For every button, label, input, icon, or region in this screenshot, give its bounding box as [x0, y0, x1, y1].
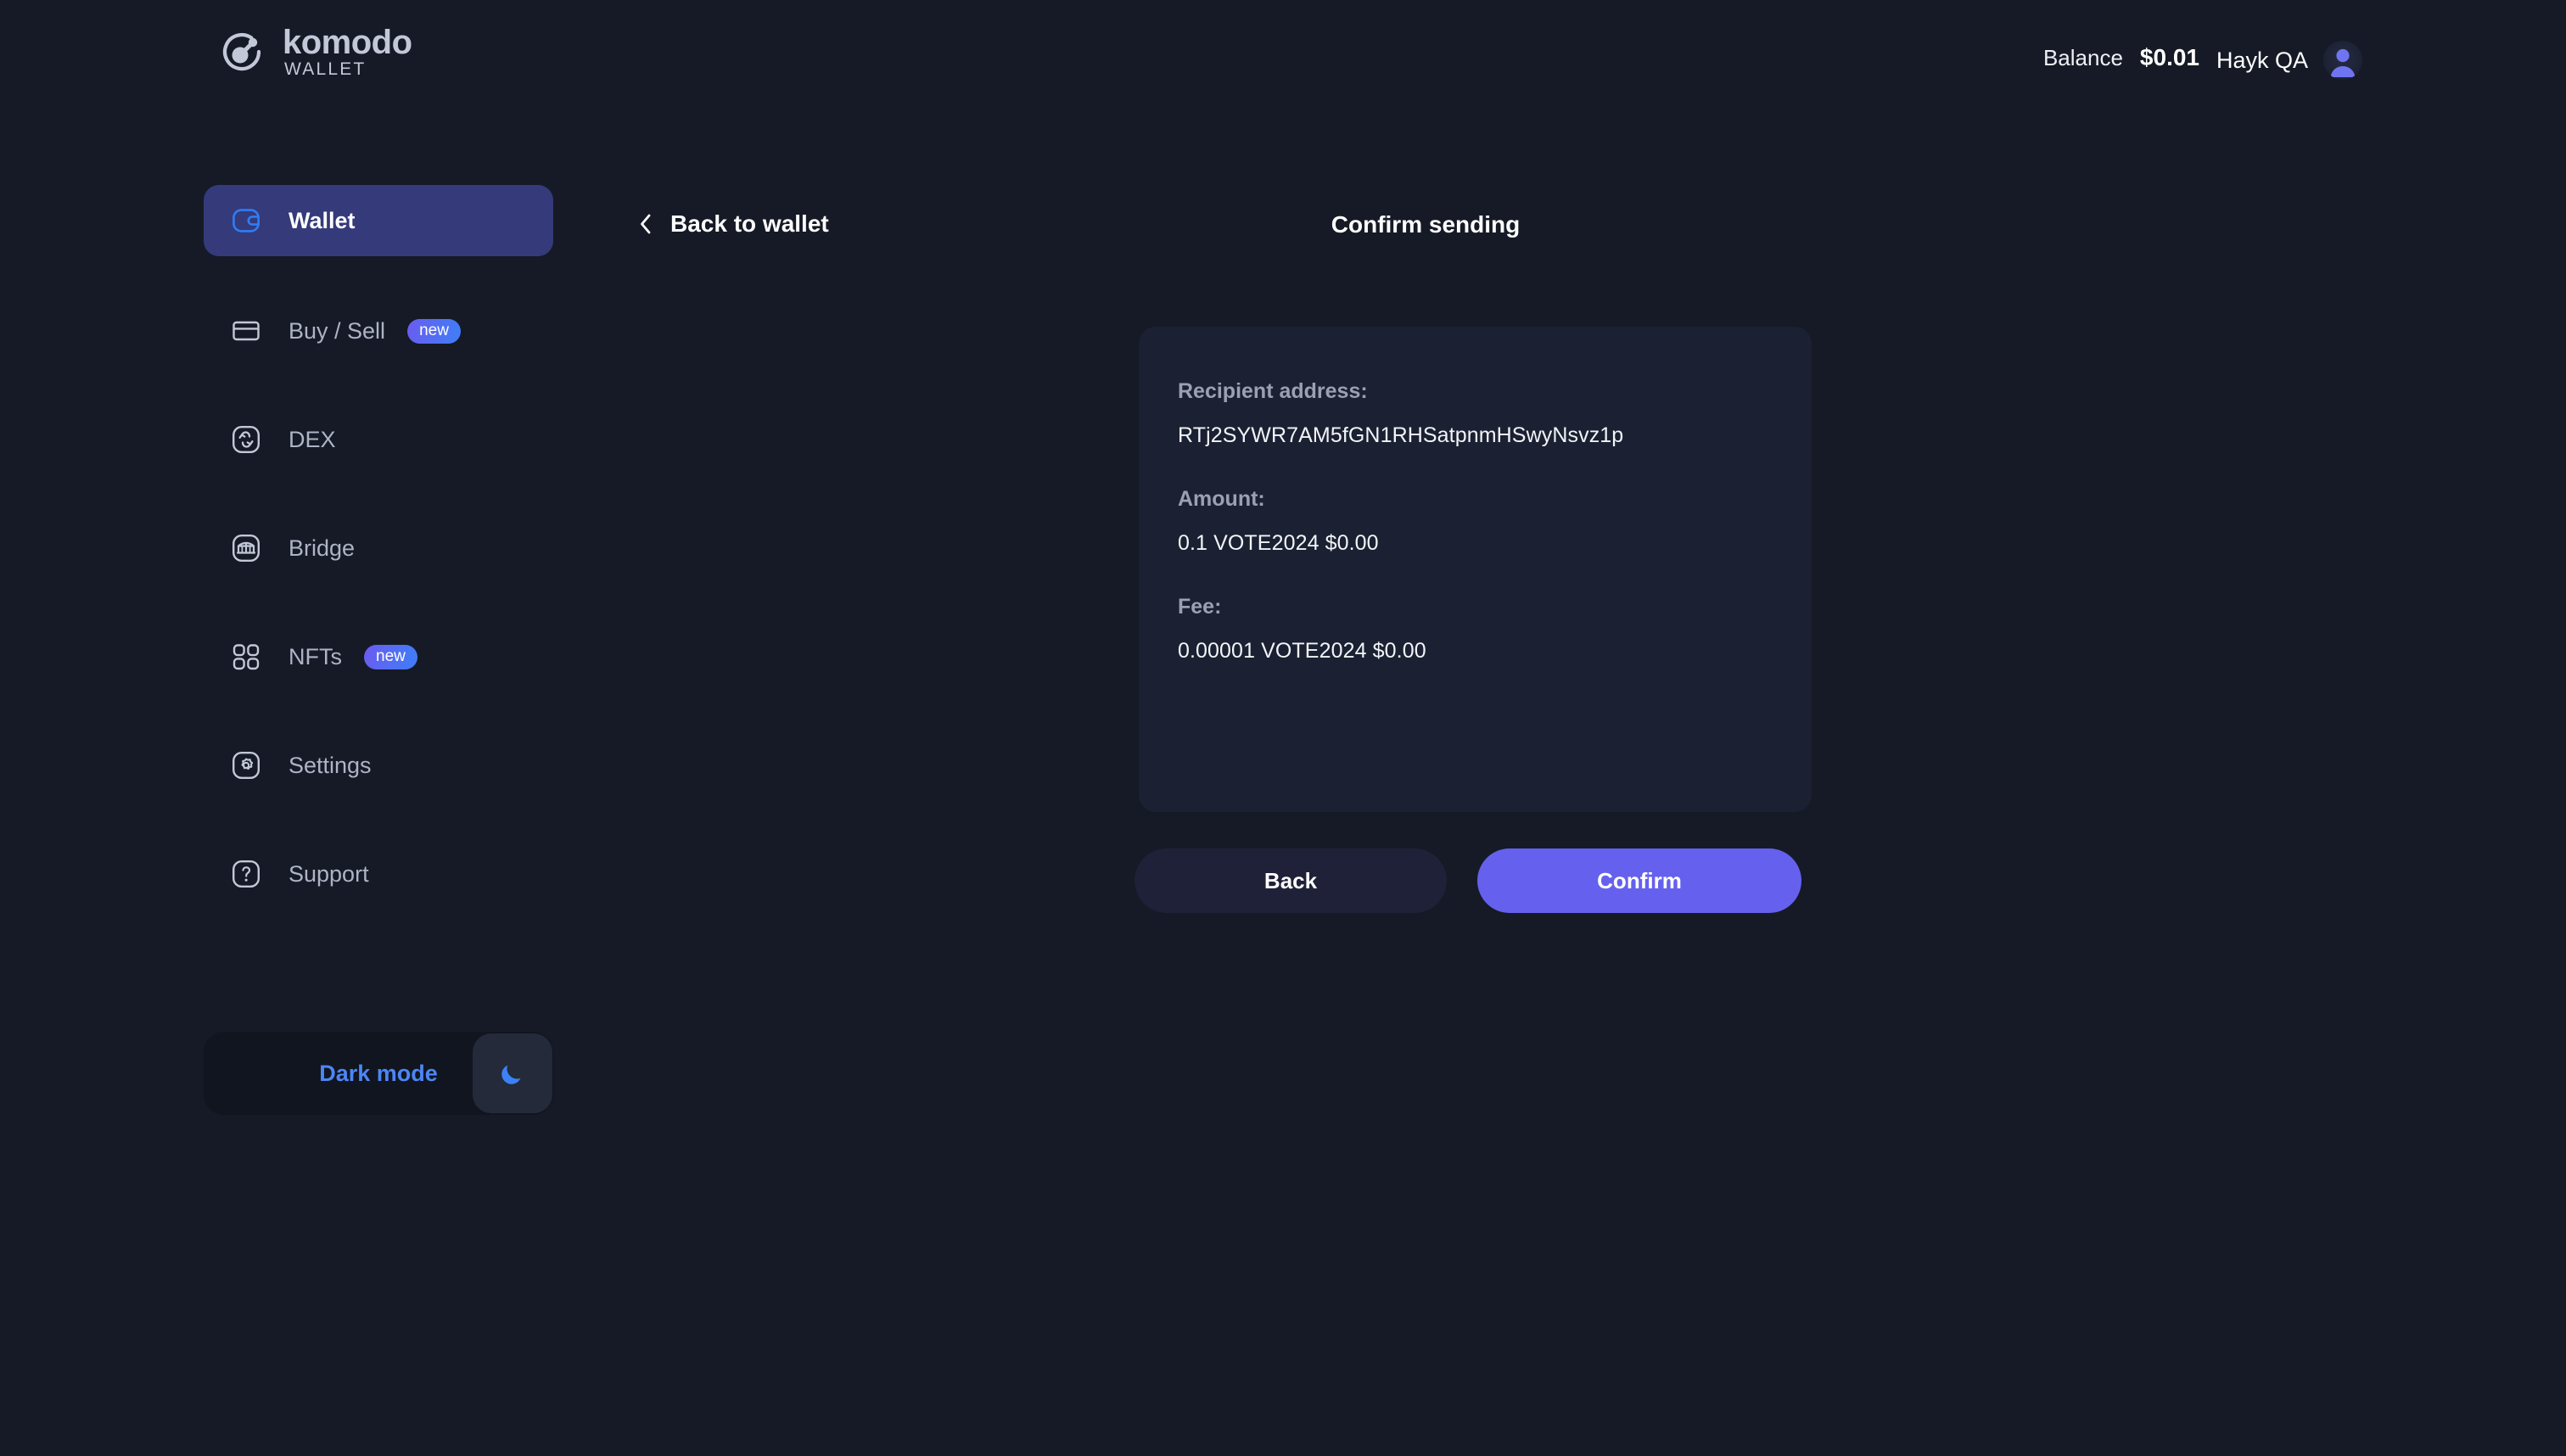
confirm-sending-card: Recipient address: RTj2SYWR7AM5fGN1RHSat… — [1139, 327, 1812, 812]
user-name: Hayk QA — [2216, 47, 2308, 73]
field-label: Fee: — [1178, 595, 1222, 619]
sidebar-item-label: NFTs — [289, 643, 342, 669]
logo-name: komodo — [283, 24, 412, 61]
moon-icon — [501, 1065, 521, 1084]
status-badge: new — [407, 318, 461, 344]
back-button[interactable]: Back — [1135, 848, 1447, 913]
sidebar-item-label: Wallet — [289, 207, 356, 233]
recipient-address-field: Recipient address: RTj2SYWR7AM5fGN1RHSat… — [1178, 379, 1773, 448]
sidebar-item-settings[interactable]: Settings — [204, 730, 553, 801]
sidebar-item-label: Settings — [289, 752, 372, 778]
field-label: Recipient address: — [1178, 379, 1368, 403]
field-value: 0.00001 VOTE2024 $0.00 — [1178, 639, 1426, 663]
logo-text-block: komodo WALLET — [283, 25, 412, 78]
dark-mode-label: Dark mode — [319, 1060, 438, 1086]
status-badge: new — [364, 644, 417, 669]
bridge-icon — [232, 534, 261, 563]
confirm-button[interactable]: Confirm — [1477, 848, 1801, 913]
action-buttons: Back Confirm — [1135, 848, 1813, 913]
dark-mode-toggle[interactable]: Dark mode — [204, 1032, 553, 1115]
sidebar-item-support[interactable]: Support — [204, 838, 553, 910]
field-label: Amount: — [1178, 487, 1265, 511]
page-title: Confirm sending — [1331, 211, 1521, 238]
user-menu[interactable]: Hayk QA — [2216, 41, 2362, 80]
amount-field: Amount: 0.1 VOTE2024 $0.00 — [1178, 487, 1773, 556]
sidebar-item-label: DEX — [289, 426, 336, 452]
sidebar-item-label: Buy / Sell — [289, 317, 386, 344]
logo-subtitle: WALLET — [284, 59, 367, 79]
user-avatar-icon — [2330, 48, 2356, 77]
field-value: 0.1 VOTE2024 $0.00 — [1178, 531, 1379, 555]
question-icon — [232, 860, 261, 888]
swap-icon — [232, 425, 261, 454]
komodo-logo-icon — [222, 32, 261, 71]
avatar[interactable] — [2323, 41, 2362, 80]
field-value: RTj2SYWR7AM5fGN1RHSatpnmHSwyNsvz1p — [1178, 423, 1624, 447]
fee-field: Fee: 0.00001 VOTE2024 $0.00 — [1178, 595, 1773, 664]
main-header: Back to wallet Confirm sending — [628, 210, 2037, 253]
sidebar-item-dex[interactable]: DEX — [204, 404, 553, 475]
balance-display: Balance $0.01 — [2043, 44, 2199, 71]
sidebar-item-label: Support — [289, 860, 369, 887]
sidebar: Wallet Buy / Sell new DEX Bridge NFTs ne… — [204, 185, 553, 947]
balance-label: Balance — [2042, 45, 2123, 70]
sidebar-item-wallet[interactable]: Wallet — [204, 185, 553, 256]
grid-icon — [232, 642, 261, 671]
gear-icon — [232, 751, 261, 780]
top-bar: komodo WALLET Balance $0.01 Hayk QA — [0, 0, 2566, 119]
card-icon — [232, 316, 261, 345]
balance-value: $0.01 — [2139, 44, 2199, 70]
sidebar-item-nfts[interactable]: NFTs new — [204, 621, 553, 692]
sidebar-item-bridge[interactable]: Bridge — [204, 512, 553, 584]
wallet-icon — [232, 206, 261, 235]
app-logo[interactable]: komodo WALLET — [218, 25, 412, 78]
sidebar-item-buy-sell[interactable]: Buy / Sell new — [204, 295, 553, 367]
dark-mode-knob[interactable] — [473, 1033, 552, 1113]
sidebar-item-label: Bridge — [289, 535, 356, 561]
